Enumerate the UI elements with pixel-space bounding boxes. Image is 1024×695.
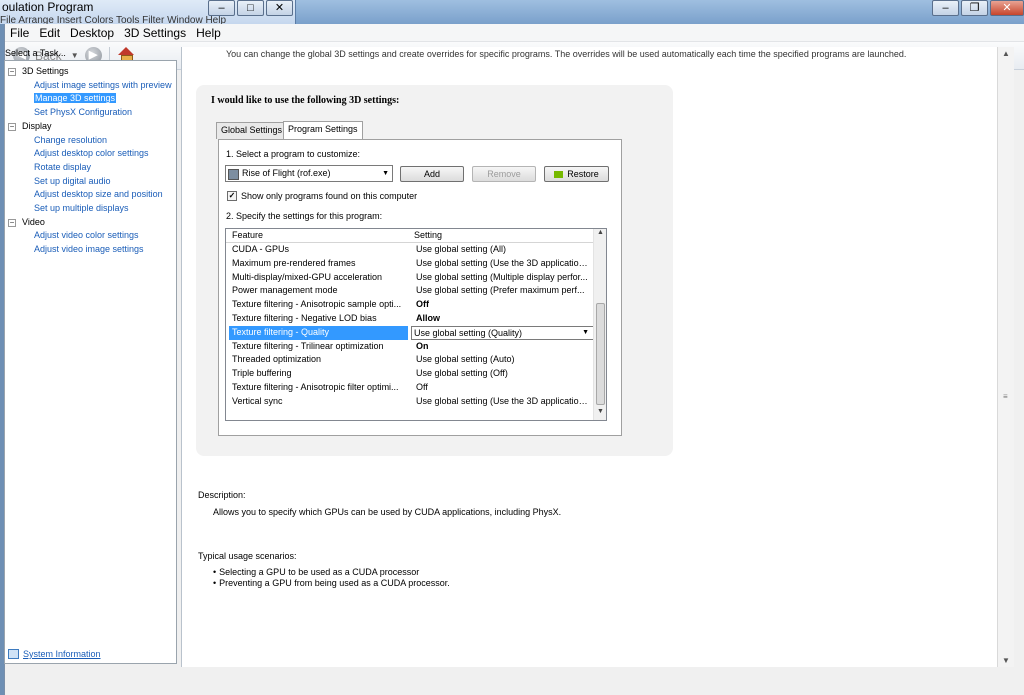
maximize-icon[interactable]: □ (237, 0, 264, 16)
scroll-down-icon[interactable]: ▼ (594, 408, 606, 420)
restore-icon[interactable]: ❐ (961, 0, 988, 16)
table-row[interactable]: Texture filtering - Anisotropic filter o… (226, 381, 594, 395)
remove-button[interactable]: Remove (472, 166, 536, 182)
restore-button[interactable]: Restore (544, 166, 609, 182)
background-window-title: oulation Program (2, 0, 94, 14)
description-text: Allows you to specify which GPUs can be … (213, 507, 562, 517)
minimize-icon[interactable]: – (932, 0, 959, 16)
close-icon[interactable]: ✕ (266, 0, 293, 16)
table-row[interactable]: Texture filtering - Negative LOD bias All… (226, 312, 594, 326)
tree-category-video[interactable]: − Video (8, 216, 172, 230)
scroll-down-icon[interactable]: ▼ (1002, 656, 1010, 665)
column-feature[interactable]: Feature (232, 229, 263, 242)
scroll-up-icon[interactable]: ▲ (594, 229, 606, 241)
table-row[interactable]: Multi-display/mixed-GPU acceleration Use … (226, 271, 594, 285)
table-row[interactable]: Vertical sync Use global setting (Use the… (226, 395, 594, 409)
menu-edit[interactable]: Edit (34, 26, 65, 40)
collapse-icon[interactable]: − (8, 122, 16, 131)
window-caption-buttons: – ❐ ✕ (930, 0, 1024, 16)
show-only-programs-checkbox[interactable]: ✓ Show only programs found on this comput… (227, 191, 417, 201)
table-row[interactable]: Texture filtering - Trilinear optimizati… (226, 340, 594, 354)
tree-category-display[interactable]: − Display (8, 120, 172, 134)
minimize-icon[interactable]: – (208, 0, 235, 16)
tree-item-multiple-displays[interactable]: Set up multiple displays (8, 202, 172, 216)
task-pane: −3D Settings Adjust image settings with … (4, 60, 177, 664)
grid-rows: CUDA - GPUs Use global setting (All) Maxi… (226, 243, 594, 409)
menu-3d-settings[interactable]: 3D Settings (119, 26, 191, 40)
setting-dropdown[interactable]: Use global setting (Quality) ▼ (411, 325, 594, 340)
tree-item-manage-3d-settings[interactable]: Manage 3D settings (8, 92, 172, 106)
checkbox-checked-icon[interactable]: ✓ (227, 191, 237, 201)
program-settings-panel: 1. Select a program to customize: Rise o… (218, 139, 622, 436)
usage-list: Selecting a GPU to be used as a CUDA pro… (213, 567, 450, 589)
list-item: Preventing a GPU from being used as a CU… (213, 578, 450, 589)
table-row[interactable]: Maximum pre-rendered frames Use global se… (226, 257, 594, 271)
menu-desktop[interactable]: Desktop (65, 26, 119, 40)
table-row[interactable]: Power management mode Use global setting … (226, 284, 594, 298)
close-icon[interactable]: ✕ (990, 0, 1024, 16)
chevron-down-icon: ▼ (582, 328, 589, 336)
tree-item-video-image[interactable]: Adjust video image settings (8, 243, 172, 257)
table-row[interactable]: CUDA - GPUs Use global setting (All) (226, 243, 594, 257)
step2-label: 2. Specify the settings for this program… (226, 211, 383, 221)
nvidia-logo-icon (554, 171, 564, 179)
menu-help[interactable]: Help (191, 26, 226, 40)
settings-heading: I would like to use the following 3D set… (211, 95, 400, 106)
tree-item-set-physx[interactable]: Set PhysX Configuration (8, 106, 172, 120)
tree-item-adjust-image-settings[interactable]: Adjust image settings with preview (8, 79, 172, 93)
tree-item-desktop-size[interactable]: Adjust desktop size and position (8, 188, 172, 202)
tree-item-digital-audio[interactable]: Set up digital audio (8, 175, 172, 189)
collapse-icon[interactable]: − (8, 218, 16, 227)
table-row-selected[interactable]: Texture filtering - Quality Use global se… (226, 325, 594, 340)
tree-category-3d-settings[interactable]: −3D Settings (8, 65, 172, 79)
task-pane-caption: Select a Task... (5, 48, 66, 58)
menu-file[interactable]: File (5, 26, 34, 40)
tree-item-change-resolution[interactable]: Change resolution (8, 134, 172, 148)
grid-scrollbar[interactable]: ▲ ▼ (593, 229, 606, 420)
scroll-grip-icon[interactable]: ≡ (1003, 392, 1008, 401)
system-info-icon (8, 649, 19, 659)
history-dropdown-icon[interactable]: ▼ (71, 51, 79, 60)
usage-label: Typical usage scenarios: (198, 551, 297, 561)
description-label: Description: (198, 490, 246, 500)
collapse-icon[interactable]: − (8, 68, 16, 76)
table-row[interactable]: Triple buffering Use global setting (Off) (226, 367, 594, 381)
grid-header: Feature Setting (226, 229, 594, 243)
add-button[interactable]: Add (400, 166, 464, 182)
system-information-link[interactable]: System Information (8, 649, 101, 659)
list-item: Selecting a GPU to be used as a CUDA pro… (213, 567, 450, 578)
background-window-controls: – □ ✕ (206, 0, 293, 16)
content-pane: You can change the global 3D settings an… (181, 47, 997, 667)
program-select[interactable]: Rise of Flight (rof.exe) ▼ (225, 165, 393, 182)
background-window: oulation Program File Arrange Insert Col… (0, 0, 296, 26)
tree-item-video-color[interactable]: Adjust video color settings (8, 229, 172, 243)
table-row[interactable]: Texture filtering - Anisotropic sample o… (226, 298, 594, 312)
scroll-up-icon[interactable]: ▲ (1002, 49, 1010, 58)
tab-global-settings[interactable]: Global Settings (216, 122, 288, 139)
tree-item-rotate-display[interactable]: Rotate display (8, 161, 172, 175)
settings-panel: I would like to use the following 3D set… (196, 85, 673, 456)
tab-program-settings[interactable]: Program Settings (283, 121, 363, 139)
step1-label: 1. Select a program to customize: (226, 149, 361, 159)
column-setting[interactable]: Setting (414, 229, 442, 242)
settings-grid: Feature Setting CUDA - GPUs Use global se… (225, 228, 607, 421)
task-tree: −3D Settings Adjust image settings with … (8, 65, 172, 257)
scroll-thumb[interactable] (596, 303, 605, 405)
tree-item-desktop-color[interactable]: Adjust desktop color settings (8, 147, 172, 161)
menu-bar: File Edit Desktop 3D Settings Help (5, 24, 1024, 42)
intro-text: You can change the global 3D settings an… (226, 49, 907, 59)
table-row[interactable]: Threaded optimization Use global setting … (226, 353, 594, 367)
chevron-down-icon: ▼ (382, 170, 389, 177)
content-scrollbar[interactable]: ▲ ≡ ▼ (997, 47, 1014, 667)
